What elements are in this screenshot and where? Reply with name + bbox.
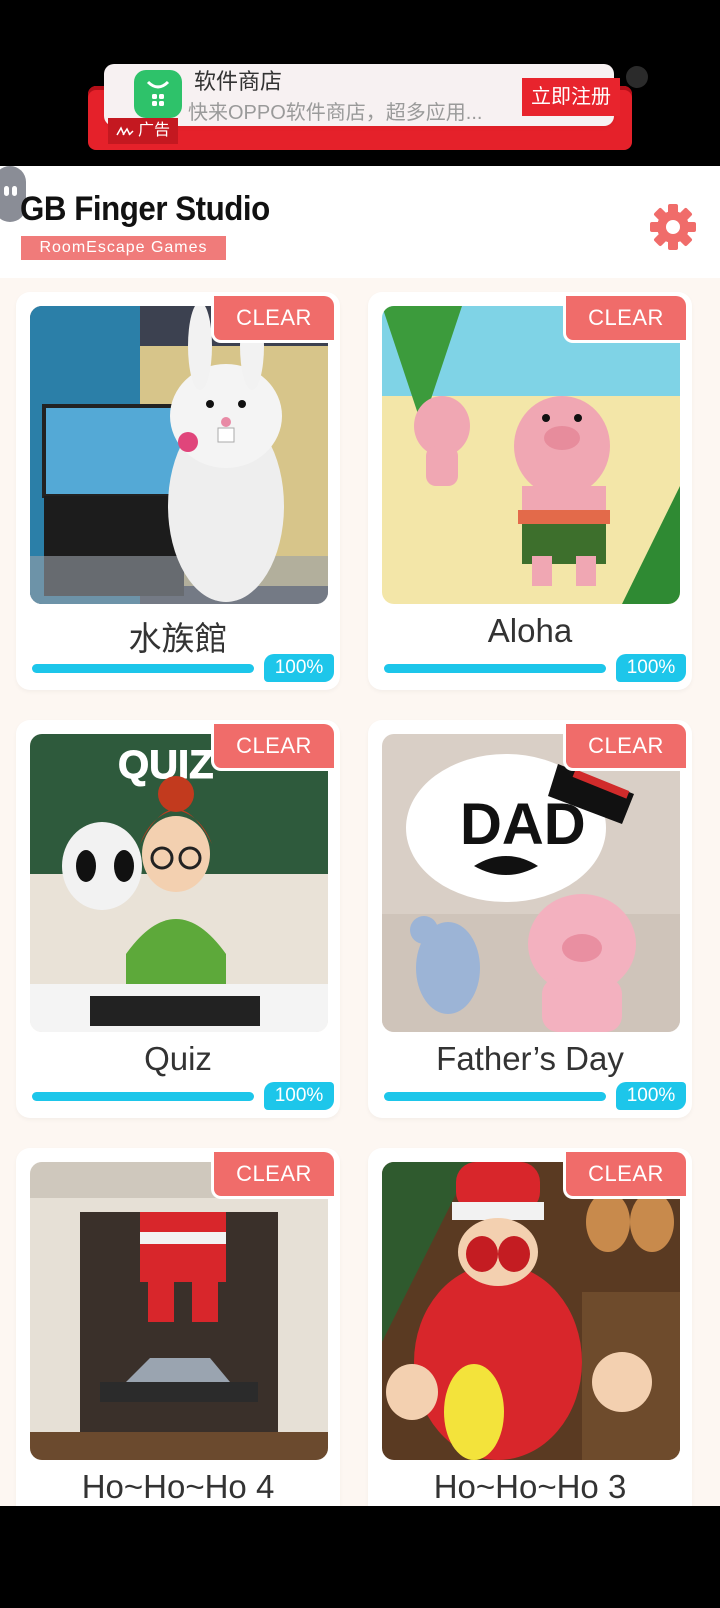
navigation-bar — [0, 1506, 720, 1608]
game-thumbnail[interactable]: QUIZ — [30, 734, 328, 1032]
game-thumbnail[interactable] — [382, 1162, 680, 1460]
progress-bar — [384, 664, 606, 673]
progress-percent: 100% — [616, 1082, 686, 1110]
brand-tagline: RoomEscape Games — [21, 236, 226, 260]
status-area: 软件商店 快来OPPO软件商店，超多应用... 立即注册 广告 — [0, 0, 720, 166]
ad-close-icon[interactable] — [626, 66, 648, 88]
ad-label: 广告 — [108, 118, 179, 144]
game-thumbnail[interactable] — [30, 1162, 328, 1460]
clear-badge: CLEAR — [563, 724, 686, 771]
ad-label-text: 广告 — [138, 122, 171, 139]
clear-badge: CLEAR — [563, 296, 686, 343]
game-title: Quiz — [144, 1040, 212, 1077]
clear-badge: CLEAR — [563, 1152, 686, 1199]
progress-bar — [32, 1092, 254, 1101]
progress-percent: 100% — [264, 1082, 334, 1110]
game-title: Aloha — [487, 612, 573, 649]
progress-percent: 100% — [616, 654, 686, 682]
ad-app-name: 软件商店 — [194, 69, 283, 94]
ad-logo-icon — [116, 126, 134, 136]
game-thumbnail[interactable] — [30, 306, 328, 604]
game-thumbnail[interactable] — [382, 306, 680, 604]
gear-icon[interactable] — [648, 202, 698, 252]
progress-bar — [384, 1092, 606, 1101]
app-screen: GB Finger Studio RoomEscape Games CLEAR … — [0, 166, 720, 1506]
game-title: Ho~Ho~Ho 3 — [433, 1468, 627, 1505]
game-thumbnail[interactable]: DAD — [382, 734, 680, 1032]
ad-register-button[interactable]: 立即注册 — [522, 78, 620, 116]
game-card-fathers-day[interactable]: DAD CLEAR Father’s Day 100% — [368, 720, 692, 1118]
clear-badge: CLEAR — [211, 724, 334, 771]
game-card-hohoho-4[interactable]: CLEAR Ho~Ho~Ho 4 — [16, 1148, 340, 1506]
progress-percent: 100% — [264, 654, 334, 682]
ad-banner[interactable]: 软件商店 快来OPPO软件商店，超多应用... 立即注册 广告 — [88, 62, 648, 150]
progress-bar — [32, 664, 254, 673]
game-title: Father’s Day — [436, 1040, 624, 1077]
shopping-bag-icon — [134, 70, 182, 118]
ad-card[interactable]: 软件商店 快来OPPO软件商店，超多应用... 立即注册 — [104, 64, 648, 126]
brand-title: GB Finger Studio — [20, 190, 270, 228]
game-title: 水族館 — [128, 620, 228, 657]
clear-badge: CLEAR — [211, 296, 334, 343]
ad-description: 快来OPPO软件商店，超多应用... — [188, 102, 483, 124]
clear-badge: CLEAR — [211, 1152, 334, 1199]
game-card-aloha[interactable]: CLEAR Aloha 100% — [368, 292, 692, 690]
game-card-aquarium[interactable]: CLEAR 水族館 100% — [16, 292, 340, 690]
game-card-hohoho-3[interactable]: CLEAR Ho~Ho~Ho 3 — [368, 1148, 692, 1506]
game-card-quiz[interactable]: QUIZ CLEAR Quiz 100% — [16, 720, 340, 1118]
app-header: GB Finger Studio RoomEscape Games — [0, 166, 720, 278]
game-title: Ho~Ho~Ho 4 — [81, 1468, 275, 1505]
